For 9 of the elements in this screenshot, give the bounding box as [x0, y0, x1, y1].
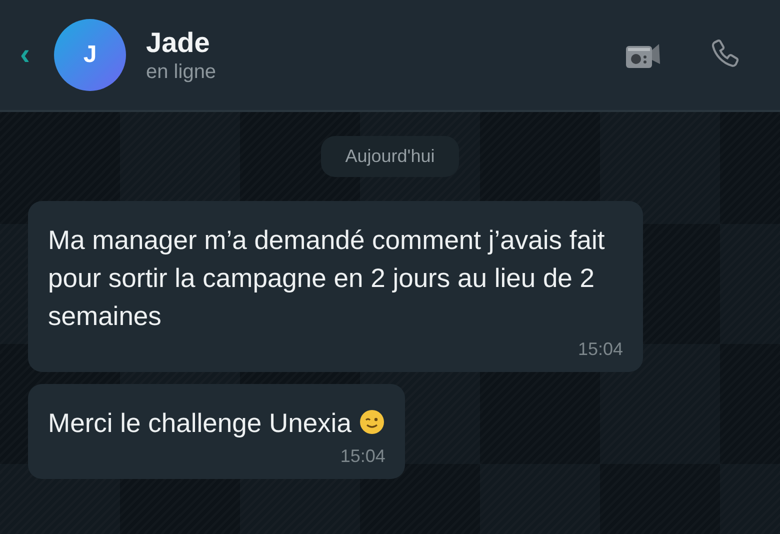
- message-time: 15:04: [578, 339, 623, 360]
- message-text: Merci le challenge Unexia: [48, 404, 386, 442]
- contact-status: en ligne: [146, 60, 218, 84]
- message-time: 15:04: [340, 446, 386, 467]
- back-button[interactable]: ‹: [20, 40, 42, 70]
- date-separator: Aujourd'hui: [321, 136, 459, 177]
- message-text: Ma manager m’a demandé comment j’avais fait pour sortir la campagne en 2 jours au lieu de 2 semaines: [48, 224, 606, 333]
- avatar: J: [54, 19, 126, 91]
- contact-name: Jade: [146, 26, 211, 58]
